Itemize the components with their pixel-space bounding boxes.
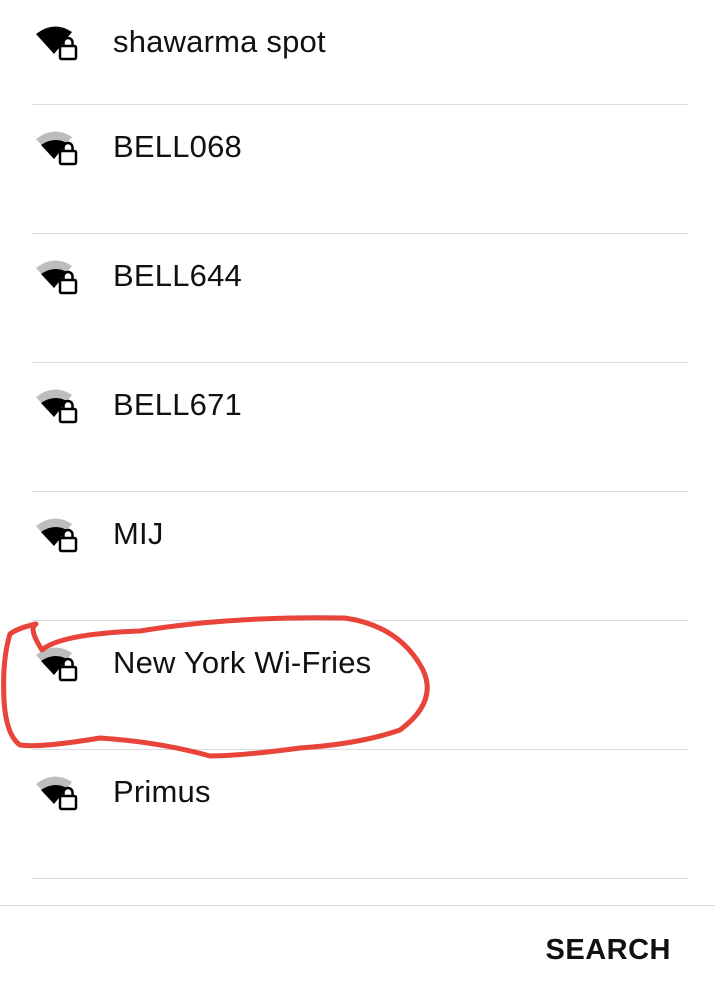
wifi-locked-icon bbox=[36, 518, 78, 553]
network-name: shawarma spot bbox=[113, 24, 326, 59]
network-item[interactable]: BELL644 bbox=[0, 234, 715, 363]
network-item[interactable]: Primus bbox=[0, 750, 715, 879]
network-name: BELL644 bbox=[113, 258, 242, 293]
network-item[interactable]: New York Wi-Fries bbox=[0, 621, 715, 750]
network-item[interactable]: BELL068 bbox=[0, 105, 715, 234]
wifi-locked-icon bbox=[36, 389, 78, 424]
wifi-locked-icon bbox=[36, 776, 78, 811]
network-item[interactable]: BELL671 bbox=[0, 363, 715, 492]
network-name: New York Wi-Fries bbox=[113, 645, 372, 680]
network-item[interactable]: MIJ bbox=[0, 492, 715, 621]
wifi-locked-icon bbox=[36, 260, 78, 295]
network-name: BELL068 bbox=[113, 129, 242, 164]
network-name: BELL671 bbox=[113, 387, 242, 422]
divider bbox=[32, 878, 688, 879]
network-name: MIJ bbox=[113, 516, 164, 551]
wifi-locked-icon bbox=[36, 647, 78, 682]
wifi-locked-icon bbox=[36, 26, 78, 61]
wifi-network-list: shawarma spot BELL068 BELL644 BELL671 MI… bbox=[0, 0, 715, 879]
wifi-locked-icon bbox=[36, 131, 78, 166]
search-button[interactable]: SEARCH bbox=[546, 934, 671, 967]
network-item[interactable]: shawarma spot bbox=[0, 0, 715, 105]
network-name: Primus bbox=[113, 774, 211, 809]
dialog-footer: SEARCH bbox=[0, 905, 715, 995]
